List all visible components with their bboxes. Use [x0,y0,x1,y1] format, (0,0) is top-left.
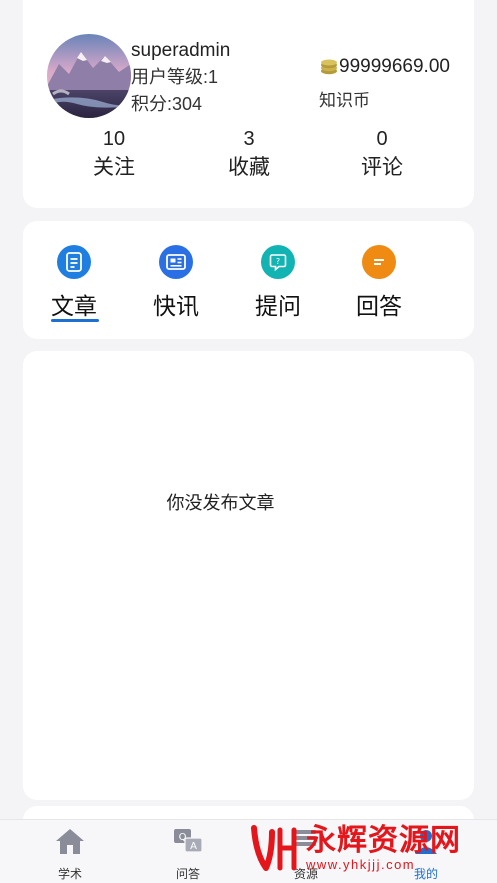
stat-label: 评论 [361,156,403,179]
active-tab-indicator [51,319,99,322]
nav-item-qa[interactable]: Q A 问答 [158,826,218,882]
document-icon [57,245,91,279]
mountain-landscape-avatar [47,34,131,118]
nav-item-academic[interactable]: 学术 [40,826,100,882]
avatar[interactable] [47,34,131,118]
profile-card: superadmin 用户等级:1 积分:304 99999669.00 知识币… [23,0,474,208]
username: superadmin [131,40,231,61]
tab-answers[interactable]: 回答 [339,245,419,321]
stats-row: 10 关注 3 收藏 0 评论 [23,126,474,186]
watermark-url: www.yhkjjj.com [306,857,416,872]
nav-label: 问答 [175,867,200,881]
empty-state-message: 你没发布文章 [166,493,275,513]
watermark-text: 永辉资源网 [306,824,461,857]
coin-amount: 99999669.00 [339,56,450,77]
stat-value: 3 [243,128,255,150]
stat-favorites[interactable]: 3 收藏 [204,126,294,184]
watermark-logo-icon [251,825,297,871]
tab-articles[interactable]: 文章 [34,245,114,321]
tab-news[interactable]: 快讯 [136,245,216,321]
home-icon [56,829,84,854]
svg-text:A: A [190,841,197,852]
watermark-logo: 永辉资源网 www.yhkjjj.com [250,822,480,876]
user-level: 用户等级:1 [131,67,219,87]
stat-label: 收藏 [228,156,270,179]
tab-label: 文章 [51,293,97,319]
stat-label: 关注 [93,156,135,179]
tab-label: 快讯 [153,293,199,319]
svg-text:?: ? [276,257,280,266]
coin-stack-icon [321,59,337,75]
content-panel: 你没发布文章 [23,351,474,800]
news-icon [159,245,193,279]
tab-label: 回答 [356,293,402,319]
coin-label: 知识币 [319,91,370,110]
stat-value: 10 [102,128,126,150]
user-info: superadmin 用户等级:1 积分:304 [131,38,230,118]
stat-following[interactable]: 10 关注 [69,126,159,184]
user-points: 积分:304 [131,94,203,114]
qa-icon: Q A [174,829,203,853]
coin-balance[interactable]: 99999669.00 知识币 [319,56,450,111]
question-bubble-icon: ? [261,245,295,279]
tab-label: 提问 [255,293,301,319]
nav-label: 学术 [57,867,82,881]
stat-value: 0 [376,128,388,150]
tabs-card: 文章 快讯 ? 提问 回答 [23,221,474,339]
stat-comments[interactable]: 0 评论 [337,126,427,184]
tab-questions[interactable]: ? 提问 [238,245,318,321]
answer-bubble-icon [362,245,396,279]
